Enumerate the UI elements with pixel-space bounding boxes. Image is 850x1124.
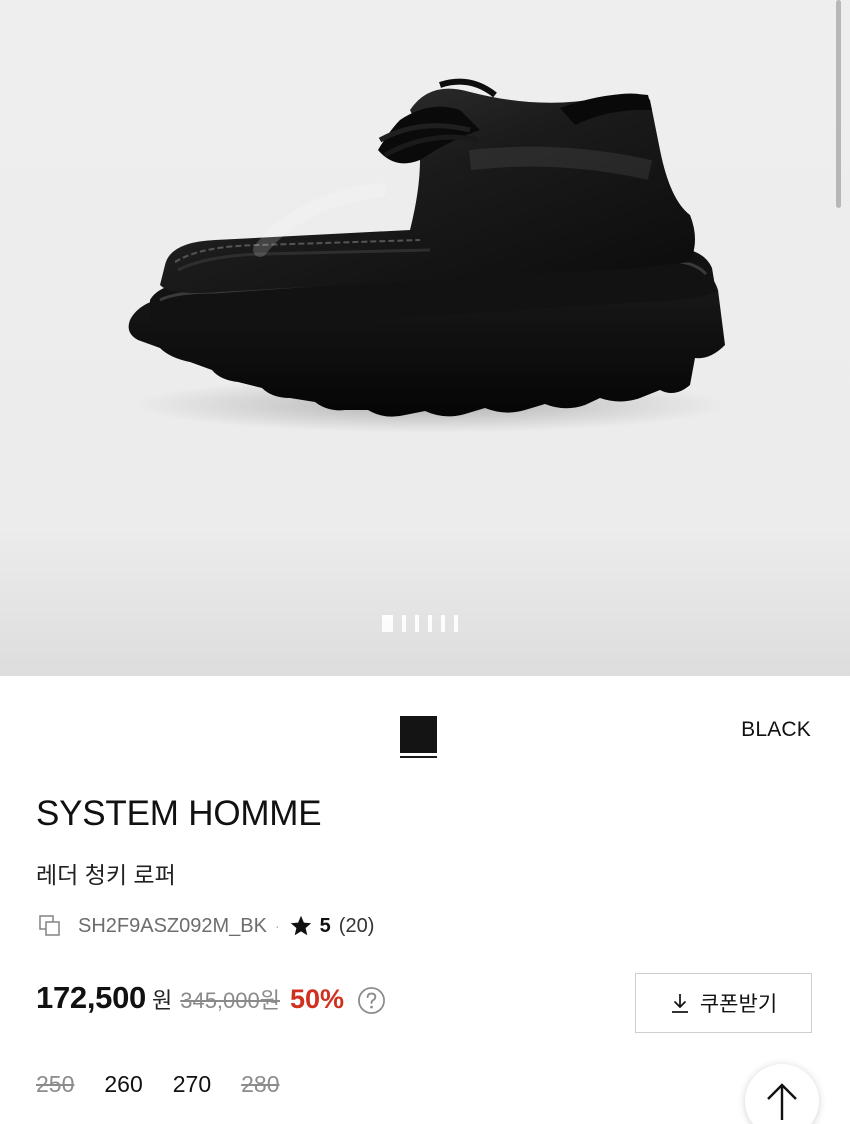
selected-color-label: BLACK xyxy=(741,718,811,741)
size-options: 250 260 270 280 xyxy=(36,1071,280,1098)
meta-separator: · xyxy=(274,918,280,934)
brand-name[interactable]: SYSTEM HOMME xyxy=(36,794,322,834)
product-meta: SH2F9ASZ092M_BK · 5 (20) xyxy=(38,912,374,940)
size-option-280: 280 xyxy=(241,1071,280,1097)
image-pager xyxy=(382,615,458,632)
pager-dot[interactable] xyxy=(428,615,432,632)
pager-dot[interactable] xyxy=(415,615,419,632)
discount-rate: 50% xyxy=(289,984,345,1014)
product-sku: SH2F9ASZ092M_BK xyxy=(78,914,267,937)
question-circle-icon[interactable] xyxy=(357,986,386,1015)
product-image-gallery[interactable] xyxy=(0,0,850,676)
size-option-250: 250 xyxy=(36,1071,75,1097)
review-count[interactable]: (20) xyxy=(339,915,375,938)
original-price: 345,000원 xyxy=(180,988,280,1013)
size-option-260[interactable]: 260 xyxy=(104,1071,142,1098)
color-swatch-fill xyxy=(400,716,437,753)
arrow-up-icon xyxy=(767,1083,797,1120)
coupon-label: 쿠폰받기 xyxy=(699,993,778,1016)
scrollbar-thumb[interactable] xyxy=(836,0,841,208)
pager-dot[interactable] xyxy=(441,615,445,632)
product-title: 레더 청키 로퍼 xyxy=(36,862,176,888)
color-swatch-black[interactable] xyxy=(400,716,437,758)
scroll-to-top-button[interactable] xyxy=(745,1064,819,1124)
star-icon xyxy=(290,915,311,936)
pager-dot-active[interactable] xyxy=(382,615,393,632)
copy-icon[interactable] xyxy=(38,914,62,938)
pager-dot[interactable] xyxy=(402,615,406,632)
pager-dot[interactable] xyxy=(454,615,458,632)
currency-label: 원 xyxy=(151,988,173,1013)
price-row: 172,500 원 345,000원 50% xyxy=(36,980,386,1024)
product-image xyxy=(128,78,730,433)
download-icon xyxy=(671,994,688,1013)
current-price: 172,500 xyxy=(36,980,146,1015)
coupon-download-button[interactable]: 쿠폰받기 xyxy=(635,973,812,1033)
selected-indicator xyxy=(400,756,437,758)
rating-score: 5 xyxy=(319,914,331,937)
size-option-270[interactable]: 270 xyxy=(173,1071,211,1098)
